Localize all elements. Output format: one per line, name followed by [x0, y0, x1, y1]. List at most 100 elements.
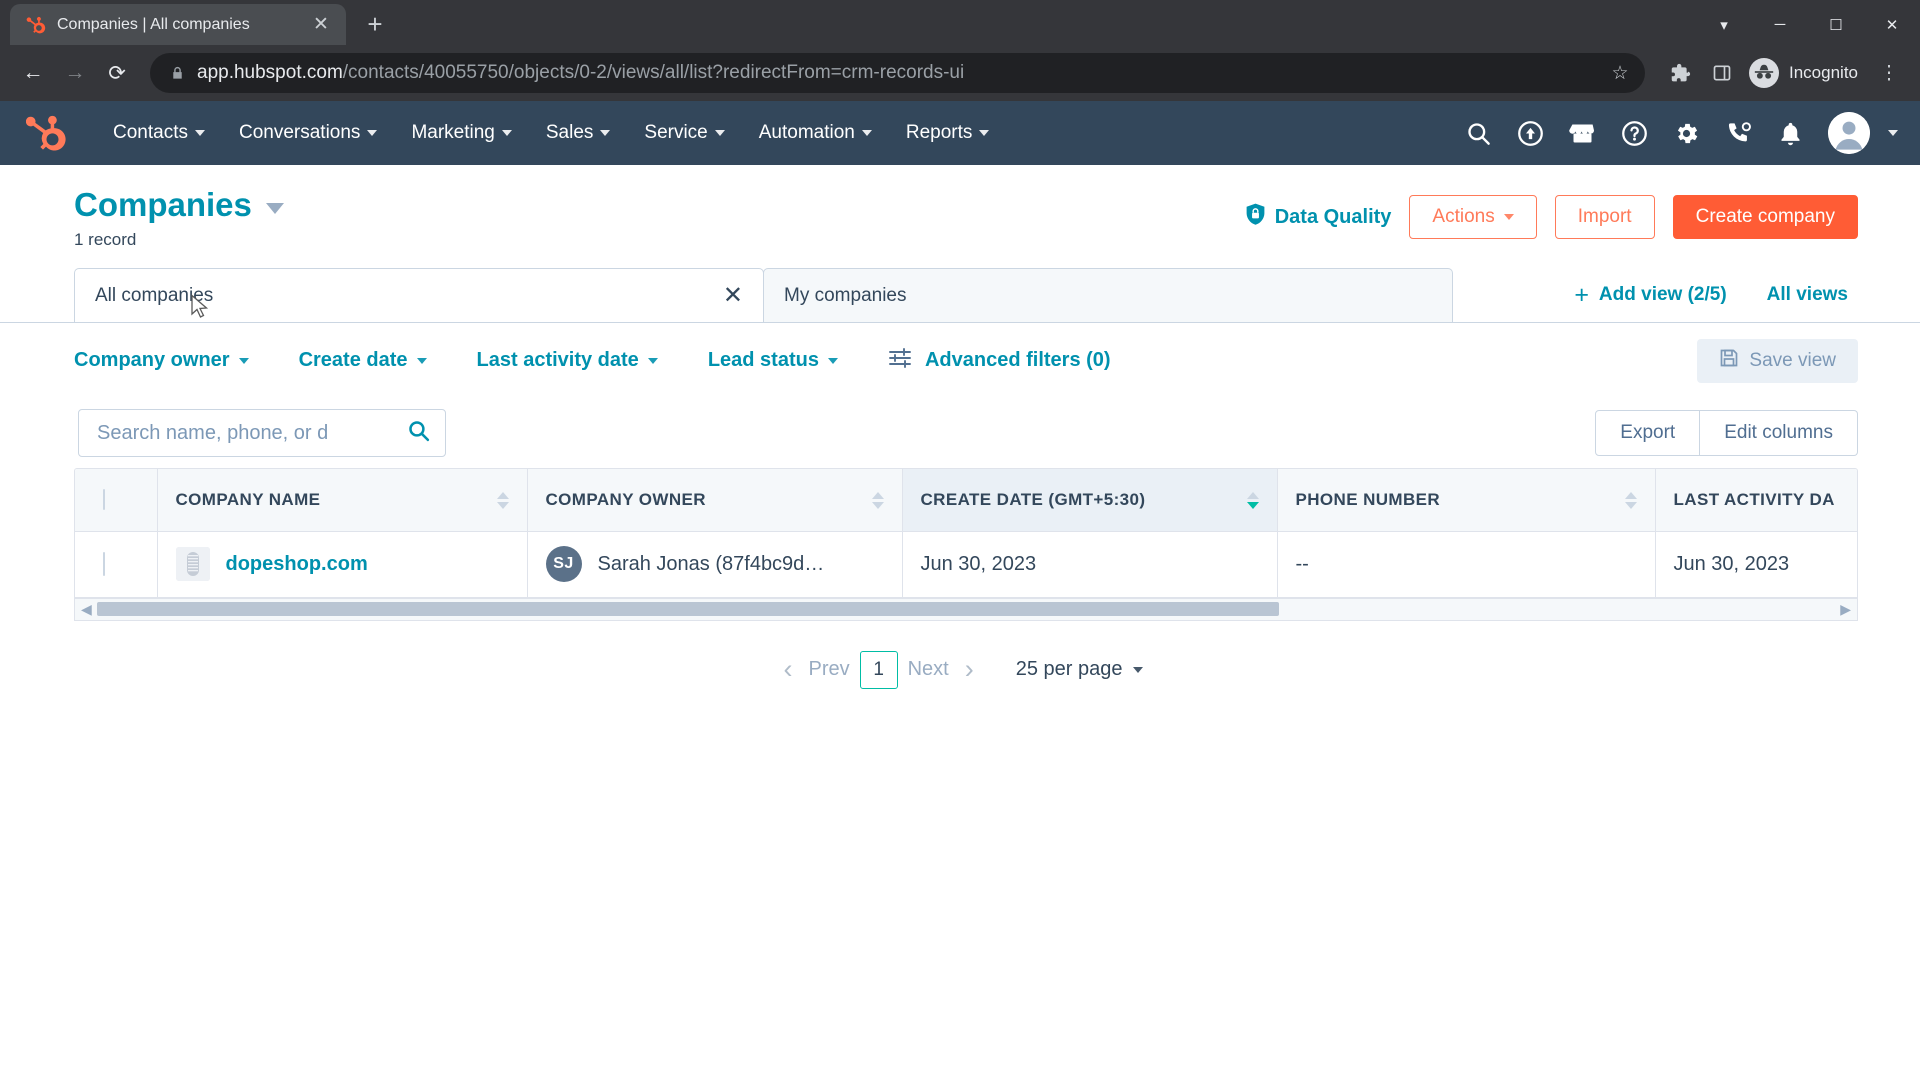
- scrollbar-track[interactable]: [96, 602, 1835, 617]
- browser-tabstrip: Companies | All companies ✕ + ▾ ─ ☐ ✕: [0, 0, 1920, 45]
- next-chevron-icon[interactable]: ›: [959, 656, 980, 683]
- actions-button[interactable]: Actions: [1409, 195, 1537, 239]
- add-view-button[interactable]: + Add view (2/5): [1574, 282, 1726, 308]
- cell-company-owner: SJ Sarah Jonas (87f4bc9d…: [527, 531, 903, 598]
- view-tab-label: All companies: [95, 284, 214, 306]
- forward-button[interactable]: →: [56, 54, 94, 92]
- incognito-indicator[interactable]: Incognito: [1749, 58, 1864, 88]
- sort-icon-active[interactable]: [1246, 491, 1259, 509]
- chevron-down-icon: [600, 130, 611, 136]
- hubspot-logo-icon[interactable]: [25, 113, 66, 153]
- nav-item-contacts[interactable]: Contacts: [96, 114, 222, 152]
- column-header-phone-number[interactable]: PHONE NUMBER: [1277, 469, 1656, 532]
- select-all-checkbox[interactable]: [103, 489, 105, 511]
- address-bar[interactable]: app.hubspot.com/contacts/40055750/object…: [150, 53, 1645, 93]
- cell-create-date: Jun 30, 2023: [902, 531, 1278, 598]
- pagination: ‹ Prev 1 Next › 25 per page: [0, 650, 1920, 689]
- column-header-create-date[interactable]: CREATE DATE (GMT+5:30): [902, 469, 1278, 532]
- row-checkbox[interactable]: [103, 551, 105, 576]
- chevron-down-icon: [647, 357, 658, 364]
- user-avatar[interactable]: [1828, 112, 1870, 154]
- sort-icon[interactable]: [871, 491, 884, 509]
- nav-item-reports[interactable]: Reports: [889, 114, 1007, 152]
- table-horizontal-scrollbar[interactable]: ◀ ▶: [74, 598, 1858, 621]
- save-view-button[interactable]: Save view: [1697, 338, 1858, 383]
- scroll-right-icon[interactable]: ▶: [1840, 602, 1851, 616]
- calling-icon[interactable]: [1716, 111, 1760, 155]
- page-title-row[interactable]: Companies: [74, 186, 1245, 223]
- sort-icon[interactable]: [496, 491, 509, 509]
- prev-chevron-icon[interactable]: ‹: [777, 656, 798, 683]
- extensions-puzzle-icon[interactable]: [1663, 56, 1697, 90]
- record-count: 1 record: [74, 230, 137, 250]
- chevron-down-icon: [367, 130, 378, 136]
- side-panel-icon[interactable]: [1705, 56, 1739, 90]
- prev-button[interactable]: Prev: [808, 658, 849, 681]
- window-close-button[interactable]: ✕: [1864, 4, 1920, 45]
- import-button[interactable]: Import: [1554, 195, 1655, 239]
- close-icon[interactable]: ✕: [723, 283, 743, 308]
- advanced-filters-button[interactable]: Advanced filters (0): [888, 347, 1111, 375]
- upgrade-icon[interactable]: [1508, 111, 1552, 155]
- filter-last-activity-date[interactable]: Last activity date: [477, 349, 658, 372]
- per-page-selector[interactable]: 25 per page: [1016, 658, 1143, 681]
- chrome-menu-chevron-icon[interactable]: ▾: [1696, 4, 1752, 45]
- nav-item-sales[interactable]: Sales: [529, 114, 628, 152]
- nav-item-label: Automation: [758, 122, 855, 143]
- marketplace-icon[interactable]: [1560, 111, 1604, 155]
- window-maximize-button[interactable]: ☐: [1808, 4, 1864, 45]
- next-button[interactable]: Next: [908, 658, 949, 681]
- reload-button[interactable]: ⟳: [98, 54, 136, 92]
- column-header-company-owner[interactable]: COMPANY OWNER: [527, 469, 903, 532]
- filter-lead-status[interactable]: Lead status: [708, 349, 838, 372]
- search-box[interactable]: [78, 409, 446, 458]
- notifications-bell-icon[interactable]: [1768, 111, 1812, 155]
- nav-item-service[interactable]: Service: [627, 114, 741, 152]
- scroll-left-icon[interactable]: ◀: [81, 602, 92, 616]
- browser-tab-title: Companies | All companies: [57, 15, 250, 33]
- row-select-cell: [75, 531, 158, 598]
- search-icon[interactable]: [406, 418, 431, 448]
- settings-gear-icon[interactable]: [1664, 111, 1708, 155]
- nav-item-marketing[interactable]: Marketing: [394, 114, 528, 152]
- tab-close-icon[interactable]: ✕: [308, 12, 334, 38]
- window-minimize-button[interactable]: ─: [1752, 4, 1808, 45]
- table-row[interactable]: dopeshop.com SJ Sarah Jonas (87f4bc9d… J…: [75, 531, 1857, 598]
- hubspot-nav-right: [1456, 111, 1898, 155]
- page-number-1[interactable]: 1: [859, 650, 898, 689]
- select-all-header: [75, 469, 158, 532]
- edit-columns-button[interactable]: Edit columns: [1700, 410, 1858, 457]
- sort-icon[interactable]: [1624, 491, 1637, 509]
- new-tab-button[interactable]: +: [355, 4, 395, 44]
- back-button[interactable]: ←: [14, 54, 52, 92]
- view-tab-my-companies[interactable]: My companies: [763, 268, 1453, 323]
- page-header: Companies 1 record Data Quality Actions …: [0, 165, 1920, 250]
- page-title-chevron-down-icon[interactable]: [265, 202, 284, 214]
- column-header-last-activity-date[interactable]: LAST ACTIVITY DA: [1655, 469, 1857, 532]
- bookmark-star-icon[interactable]: ☆: [1605, 62, 1635, 85]
- companies-table: COMPANY NAME COMPANY OWNER CREATE DATE (…: [75, 469, 1857, 598]
- column-header-company-name[interactable]: COMPANY NAME: [157, 469, 528, 532]
- view-tab-all-companies[interactable]: All companies ✕: [74, 268, 764, 323]
- chevron-down-icon: [1503, 214, 1514, 220]
- scrollbar-thumb[interactable]: [96, 602, 1279, 617]
- create-company-button[interactable]: Create company: [1672, 195, 1858, 239]
- company-name-link[interactable]: dopeshop.com: [226, 553, 368, 576]
- nav-item-conversations[interactable]: Conversations: [222, 114, 394, 152]
- help-icon[interactable]: [1612, 111, 1656, 155]
- data-quality-link[interactable]: Data Quality: [1245, 203, 1391, 232]
- column-label: COMPANY NAME: [175, 490, 321, 510]
- export-button[interactable]: Export: [1595, 410, 1701, 457]
- search-icon[interactable]: [1456, 111, 1500, 155]
- url-path: /contacts/40055750/objects/0-2/views/all…: [342, 62, 965, 83]
- avatar-chevron-down-icon[interactable]: [1888, 130, 1898, 136]
- search-input[interactable]: [97, 421, 398, 445]
- hubspot-main-nav: Contacts Conversations Marketing Sales S…: [0, 101, 1920, 165]
- nav-item-automation[interactable]: Automation: [742, 114, 889, 152]
- all-views-button[interactable]: All views: [1767, 284, 1848, 306]
- filter-company-owner[interactable]: Company owner: [74, 349, 249, 372]
- filter-create-date[interactable]: Create date: [299, 349, 427, 372]
- nav-item-label: Reports: [905, 122, 973, 143]
- browser-tab[interactable]: Companies | All companies ✕: [10, 4, 346, 45]
- chrome-menu-icon[interactable]: ⋮: [1872, 56, 1906, 90]
